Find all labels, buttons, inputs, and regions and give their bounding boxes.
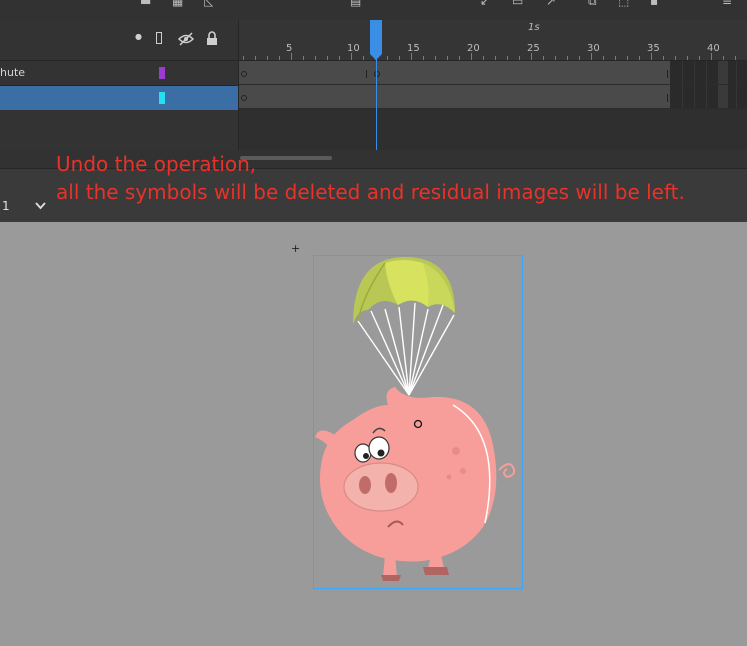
ruler-tick — [303, 56, 304, 60]
ruler-tick — [411, 53, 412, 60]
ruler-tick — [483, 56, 484, 60]
ruler-tick — [327, 56, 328, 60]
ruler-tick — [699, 56, 700, 60]
ruler-tick — [675, 56, 676, 60]
ruler-label: 10 — [347, 43, 360, 54]
ruler-tick — [663, 56, 664, 60]
ruler-tick — [351, 53, 352, 60]
ruler-tick — [507, 56, 508, 60]
ruler-tick — [339, 56, 340, 60]
onion-skin-icon[interactable]: ⧉ — [588, 0, 597, 9]
timeline-panel: 1s 5 10 15 20 25 30 35 40 — [239, 20, 747, 150]
show-all-dot-icon[interactable]: ● — [135, 32, 142, 41]
layers-icon[interactable]: ▦ — [172, 0, 183, 8]
ruler-tick — [543, 56, 544, 60]
ruler-tick — [447, 56, 448, 60]
time-marker: 1s — [528, 22, 540, 33]
frame-span[interactable] — [239, 61, 670, 85]
zoom-value[interactable]: 1 — [2, 199, 10, 213]
ruler-tick — [639, 56, 640, 60]
layer-name: hute — [0, 66, 26, 79]
ruler-tick — [603, 56, 604, 60]
ruler-tick — [519, 56, 520, 60]
frame-end-marker — [667, 70, 668, 78]
ruler-tick — [279, 56, 280, 60]
panel-menu-icon[interactable]: ≡ — [722, 0, 732, 8]
ruler-tick — [267, 56, 268, 60]
keyframe-icon[interactable]: ▤ — [350, 0, 361, 8]
empty-keyframe[interactable] — [241, 71, 247, 77]
playhead-marker[interactable] — [370, 20, 382, 60]
ruler-tick — [291, 53, 292, 60]
ruler-label: 35 — [647, 43, 660, 54]
annotation-line-1: Undo the operation, — [56, 152, 257, 176]
layer-row[interactable]: hute — [0, 60, 238, 85]
frame-ruler[interactable]: 1s 5 10 15 20 25 30 35 40 — [239, 20, 747, 61]
empty-frames[interactable] — [670, 85, 747, 109]
onion-outline-icon[interactable]: ⬚ — [618, 0, 629, 8]
layer-panel: ● hute — [0, 20, 239, 150]
ruler-label: 40 — [707, 43, 720, 54]
chevron-down-icon[interactable] — [35, 202, 46, 210]
ruler-tick — [579, 56, 580, 60]
ruler-label: 15 — [407, 43, 420, 54]
ruler-tick — [531, 53, 532, 60]
frame-end-marker — [366, 70, 367, 78]
ruler-tick — [315, 56, 316, 60]
frame-span[interactable] — [239, 85, 670, 109]
ruler-tick — [255, 56, 256, 60]
empty-keyframe[interactable] — [241, 95, 247, 101]
ruler-tick — [723, 56, 724, 60]
annotation-line-2: all the symbols will be deleted and resi… — [56, 180, 685, 204]
arrow-icon[interactable]: ↙ — [480, 0, 490, 8]
playhead-line — [376, 52, 377, 150]
layer-color-chip[interactable] — [159, 67, 165, 79]
crosshair-cursor-icon: + — [291, 242, 301, 255]
edit-multiple-icon[interactable]: ▪ — [650, 0, 658, 8]
empty-keyframe[interactable] — [374, 71, 380, 77]
frame-end-marker — [667, 94, 668, 102]
empty-frames[interactable] — [670, 61, 747, 85]
ruler-tick — [591, 53, 592, 60]
ruler-tick — [423, 56, 424, 60]
outline-icon[interactable] — [156, 32, 162, 44]
ruler-label: 5 — [286, 43, 293, 54]
ruler-tick — [711, 53, 712, 60]
edit-icon[interactable]: ◺ — [204, 0, 213, 8]
pointer-icon[interactable]: ↗ — [546, 0, 556, 8]
ruler-tick — [567, 56, 568, 60]
ruler-tick — [459, 56, 460, 60]
ruler-label: 20 — [467, 43, 480, 54]
ruler-tick — [243, 56, 244, 60]
selection-box — [313, 255, 523, 589]
document-icon[interactable]: ▬ — [140, 0, 151, 8]
ruler-label: 30 — [587, 43, 600, 54]
ruler-tick — [627, 56, 628, 60]
layer-row-selected[interactable] — [0, 85, 238, 110]
top-toolbar: ▬ ▦ ◺ ▤ ↙ ▭ ↗ ⧉ ⬚ ▪ ≡ — [0, 0, 747, 20]
insert-frame-icon[interactable]: ▭ — [512, 0, 523, 8]
layer-color-chip[interactable] — [159, 92, 165, 104]
ruler-tick — [687, 56, 688, 60]
annotation-text: Undo the operation, all the symbols will… — [56, 150, 685, 206]
ruler-tick — [363, 56, 364, 60]
ruler-tick — [435, 56, 436, 60]
ruler-tick — [615, 56, 616, 60]
ruler-tick — [651, 53, 652, 60]
lock-icon[interactable] — [206, 31, 218, 46]
ruler-label: 25 — [527, 43, 540, 54]
ruler-tick — [399, 56, 400, 60]
eye-hidden-icon[interactable] — [178, 32, 194, 46]
ruler-tick — [387, 56, 388, 60]
ruler-tick — [495, 56, 496, 60]
ruler-tick — [555, 56, 556, 60]
ruler-tick — [471, 53, 472, 60]
ruler-tick — [735, 56, 736, 60]
